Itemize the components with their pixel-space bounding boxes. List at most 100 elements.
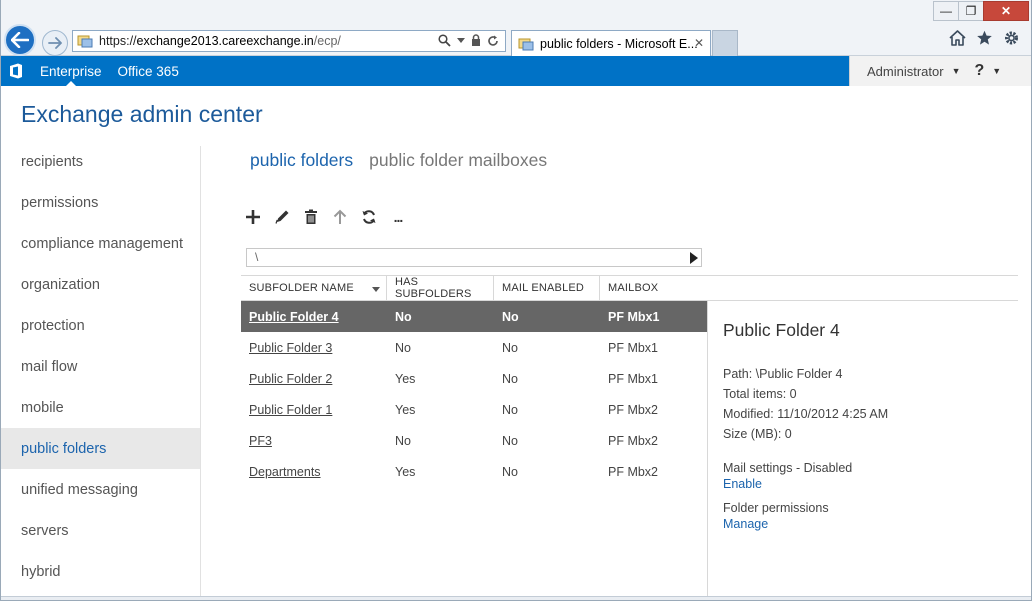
browser-toolbar-icons (949, 30, 1020, 46)
mailbox-cell: PF Mbx1 (608, 340, 659, 355)
nav-item-unified-messaging[interactable]: unified messaging (0, 469, 200, 510)
nav-item-hybrid[interactable]: hybrid (0, 551, 200, 592)
favorites-star-icon[interactable] (976, 30, 993, 46)
mailbox-cell: PF Mbx2 (608, 464, 659, 479)
table-row[interactable]: Public Folder 2 Yes No PF Mbx1 (241, 363, 707, 394)
refresh-icon (362, 210, 376, 224)
edit-button[interactable] (274, 207, 290, 227)
manage-permissions-link[interactable]: Manage (723, 516, 1013, 532)
search-icon[interactable] (438, 34, 451, 47)
minimize-button[interactable]: — (933, 1, 959, 21)
nav-item-protection[interactable]: protection (0, 305, 200, 346)
table-row[interactable]: Public Folder 1 Yes No PF Mbx2 (241, 394, 707, 425)
mail-enabled-cell: No (502, 433, 518, 448)
user-menu[interactable]: Administrator ▼ ? ▼ (849, 56, 1032, 86)
subfolder-name-link[interactable]: Public Folder 4 (249, 310, 339, 324)
column-header-label: SUBFOLDER NAME (249, 282, 354, 294)
table-row[interactable]: Public Folder 3 No No PF Mbx1 (241, 332, 707, 363)
chevron-down-icon: ▼ (951, 66, 961, 76)
has-subfolders-cell: Yes (395, 402, 416, 417)
delete-icon (305, 209, 317, 224)
browser-tab[interactable]: public folders - Microsoft E... ✕ (511, 30, 711, 56)
back-button[interactable] (4, 24, 36, 56)
tab-public-folder-mailboxes[interactable]: public folder mailboxes (369, 150, 547, 171)
expand-arrow-icon[interactable] (690, 252, 698, 264)
column-header-mail-enabled[interactable]: MAIL ENABLED (494, 276, 600, 300)
help-icon[interactable]: ? (975, 62, 985, 80)
restore-button[interactable]: ❐ (958, 1, 984, 21)
nav-item-recipients[interactable]: recipients (0, 141, 200, 182)
add-icon (246, 210, 260, 224)
nav-item-compliance-management[interactable]: compliance management (0, 223, 200, 264)
address-bar[interactable]: https:// exchange2013.careexchange.in /e… (72, 30, 506, 52)
has-subfolders-cell: Yes (395, 464, 416, 479)
url-scheme: https:// (99, 34, 137, 48)
more-icon: ... (393, 209, 404, 225)
nav-item-mobile[interactable]: mobile (0, 387, 200, 428)
subfolder-name-link[interactable]: Public Folder 2 (249, 372, 332, 386)
table-row[interactable]: Public Folder 4 No No PF Mbx1 (241, 301, 707, 332)
settings-gear-icon[interactable] (1003, 30, 1020, 46)
help-chevron-down-icon[interactable]: ▼ (992, 66, 1001, 76)
refresh-page-icon[interactable] (487, 35, 499, 47)
column-header-label: MAILBOX (608, 282, 659, 294)
has-subfolders-cell: No (395, 340, 411, 355)
tab-office-365[interactable]: Office 365 (110, 56, 187, 86)
mail-enabled-cell: No (502, 371, 518, 386)
column-header-mailbox[interactable]: MAILBOX (600, 276, 707, 300)
details-total-items: Total items: 0 (723, 387, 797, 401)
move-up-icon (333, 209, 347, 224)
address-bar-icons (438, 34, 499, 47)
subfolder-name-link[interactable]: Departments (249, 465, 321, 479)
office-logo-icon[interactable] (0, 56, 32, 86)
add-button[interactable] (245, 207, 261, 227)
subfolder-name-link[interactable]: Public Folder 3 (249, 341, 332, 355)
nav-item-mail-flow[interactable]: mail flow (0, 346, 200, 387)
mail-enabled-cell: No (502, 309, 519, 324)
nav-item-organization[interactable]: organization (0, 264, 200, 305)
subfolder-grid: SUBFOLDER NAME HAS SUBFOLDERS MAIL ENABL… (241, 276, 707, 487)
mail-enabled-cell: No (502, 340, 518, 355)
table-row[interactable]: PF3 No No PF Mbx2 (241, 425, 707, 456)
nav-item-public-folders[interactable]: public folders (0, 428, 200, 469)
details-divider (707, 300, 708, 596)
page-title: Exchange admin center (21, 101, 263, 127)
sub-tabs: public folders public folder mailboxes (250, 150, 547, 171)
forward-arrow-icon (48, 37, 62, 49)
site-favicon-icon (77, 35, 93, 48)
user-name[interactable]: Administrator (867, 64, 944, 79)
column-header-subfolder-name[interactable]: SUBFOLDER NAME (241, 276, 387, 300)
folder-permissions-label: Folder permissions (723, 501, 829, 515)
home-icon[interactable] (949, 30, 966, 46)
dropdown-arrow-icon[interactable] (457, 37, 465, 44)
mail-enabled-cell: No (502, 464, 518, 479)
move-up-button[interactable] (332, 207, 348, 227)
edit-icon (275, 210, 289, 224)
tab-favicon-icon (518, 38, 534, 50)
table-row[interactable]: Departments Yes No PF Mbx2 (241, 456, 707, 487)
nav-divider (200, 146, 201, 596)
forward-button[interactable] (42, 30, 68, 56)
details-path: Path: \Public Folder 4 (723, 367, 843, 381)
details-modified: Modified: 11/10/2012 4:25 AM (723, 407, 889, 421)
close-window-button[interactable]: ✕ (983, 1, 1029, 21)
close-tab-icon[interactable]: ✕ (694, 36, 704, 50)
refresh-button[interactable] (361, 207, 377, 227)
delete-button[interactable] (303, 207, 319, 227)
enable-mail-link[interactable]: Enable (723, 476, 1013, 492)
column-header-has-subfolders[interactable]: HAS SUBFOLDERS (387, 276, 494, 300)
subfolder-name-link[interactable]: Public Folder 1 (249, 403, 332, 417)
subfolder-name-link[interactable]: PF3 (249, 434, 272, 448)
lock-icon[interactable] (471, 34, 481, 47)
folder-path-bar[interactable]: \ (246, 248, 702, 267)
tab-public-folders[interactable]: public folders (250, 150, 353, 171)
sort-down-icon (372, 287, 380, 292)
has-subfolders-cell: Yes (395, 371, 416, 386)
more-button[interactable]: ... (390, 207, 406, 227)
nav-item-permissions[interactable]: permissions (0, 182, 200, 223)
new-tab-button[interactable] (712, 30, 738, 56)
back-arrow-icon (11, 32, 29, 48)
tab-enterprise[interactable]: Enterprise (32, 56, 110, 86)
has-subfolders-cell: No (395, 433, 411, 448)
nav-item-servers[interactable]: servers (0, 510, 200, 551)
